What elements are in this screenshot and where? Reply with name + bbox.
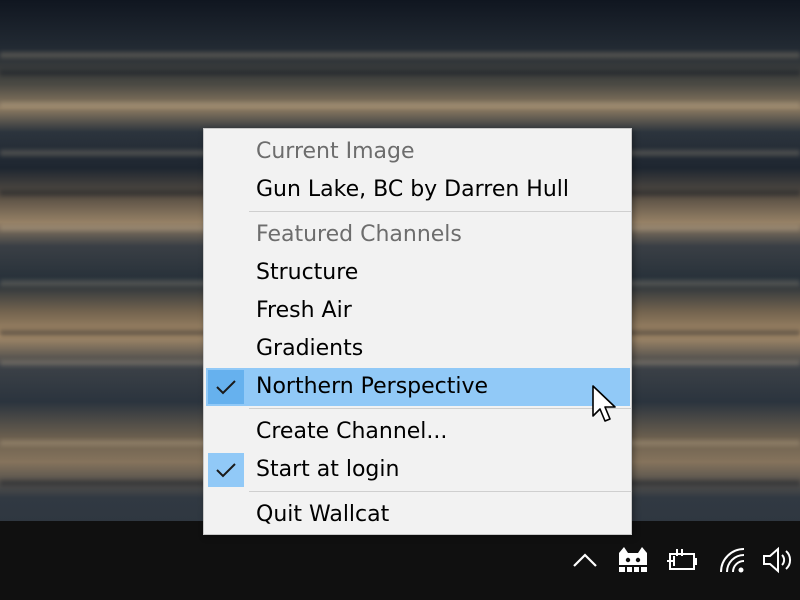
menu-header-featured-channels: Featured Channels [206,216,630,254]
water-ripple [0,70,800,76]
battery-plug-icon[interactable] [663,544,701,576]
checkmark-icon [208,370,244,404]
menu-separator [249,211,631,212]
menu-header-label: Current Image [256,139,415,164]
checkmark-icon [208,453,244,487]
menu-item-label: Northern Perspective [256,374,489,399]
water-ripple [0,52,800,58]
menu-header-current-image: Current Image [206,133,630,171]
menu-item-label: Start at login [256,457,400,482]
menu-item-channel-structure[interactable]: Structure [206,254,630,292]
chevron-up-icon[interactable] [570,544,600,576]
menu-item-label: Gun Lake, BC by Darren Hull [256,177,570,202]
menu-separator [249,491,631,492]
wallcat-cat-icon[interactable] [615,544,651,576]
menu-item-label: Gradients [256,336,364,361]
menu-item-quit[interactable]: Quit Wallcat [206,496,630,534]
menu-item-current-image[interactable]: Gun Lake, BC by Darren Hull [206,171,630,209]
menu-item-label: Create Channel... [256,419,448,444]
mouse-pointer-icon [591,384,619,424]
menu-item-channel-fresh-air[interactable]: Fresh Air [206,292,630,330]
tray-context-menu: Current Image Gun Lake, BC by Darren Hul… [203,128,632,535]
menu-item-channel-northern-perspective[interactable]: Northern Perspective [206,368,630,406]
menu-item-label: Fresh Air [256,298,352,323]
volume-icon[interactable] [760,544,796,576]
menu-item-label: Quit Wallcat [256,502,390,527]
menu-item-start-at-login[interactable]: Start at login [206,451,630,489]
menu-item-create-channel[interactable]: Create Channel... [206,413,630,451]
water-ripple [0,102,800,108]
menu-separator [249,408,631,409]
wifi-icon[interactable] [716,544,748,576]
menu-header-label: Featured Channels [256,222,462,247]
menu-item-channel-gradients[interactable]: Gradients [206,330,630,368]
menu-item-label: Structure [256,260,359,285]
